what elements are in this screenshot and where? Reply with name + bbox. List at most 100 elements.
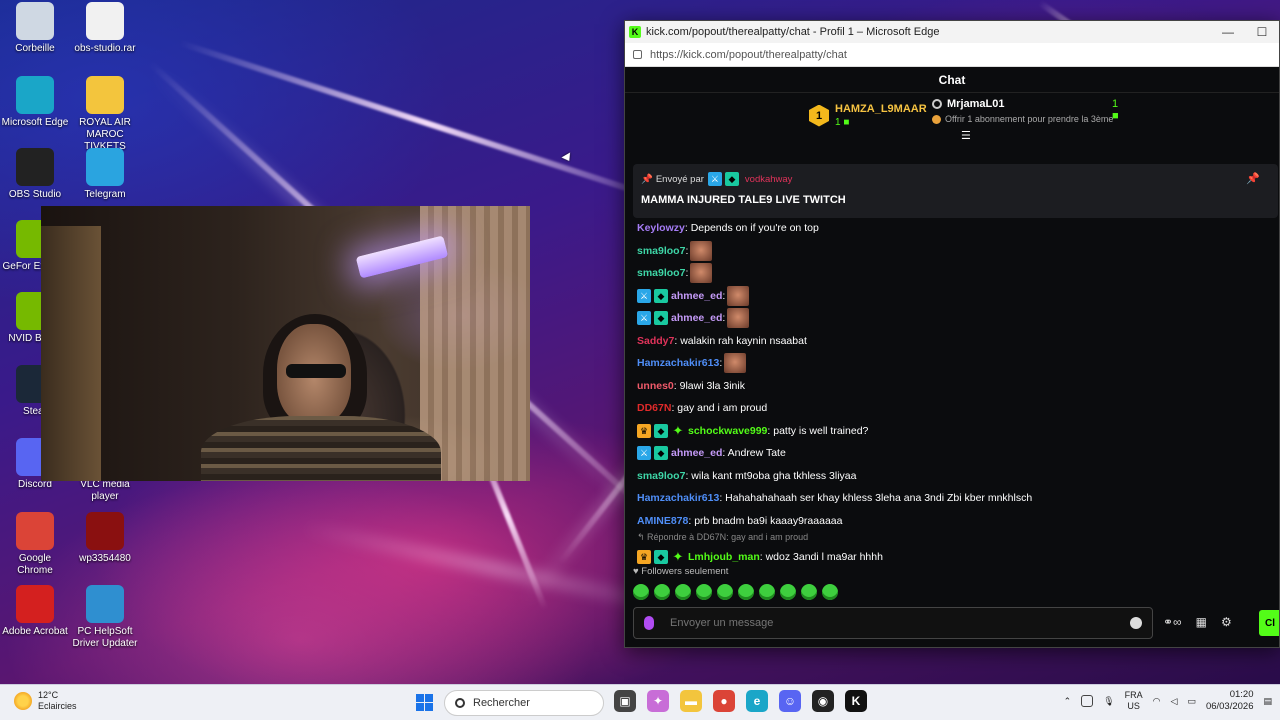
chat-message[interactable]: Hamzachakir613: Hahahahahaah ser khay kh… [637,487,1267,510]
chat-message[interactable]: Saddy7: walakin rah kaynin nsaabat [637,330,1267,353]
wifi-icon[interactable]: ◠ [1153,696,1161,707]
emote-button[interactable] [822,584,838,600]
emote-button[interactable] [675,584,691,600]
notification-icon[interactable]: ▤ [1263,696,1272,707]
desktop-icon[interactable]: Microsoft Edge [0,76,70,129]
copilot-icon[interactable]: ✦ [647,690,669,712]
pinned-by-user[interactable]: vodkahway [745,174,793,185]
desktop-icon[interactable]: OBS Studio [0,148,70,201]
pinned-message[interactable]: 📌 Envoyé par ⚔ ◆ vodkahway MAMMA INJURED… [633,164,1278,218]
desktop-icon-label: obs-studio.rar [74,43,136,54]
file-explorer-icon[interactable]: ▬ [680,690,702,712]
send-chat-button[interactable]: Cl [1259,610,1279,636]
emote-button[interactable] [633,584,649,600]
desktop-icon[interactable]: wp3354480 [70,512,140,565]
volume-icon[interactable]: ◁ [1171,696,1178,707]
chat-message[interactable]: AMINE878: prb bnadm ba9i kaaay9raaaaaa [637,510,1267,533]
edge-icon[interactable]: e [746,690,768,712]
chat-username[interactable]: Lmhjoub_man [688,551,760,563]
desktop-icon[interactable]: Google Chrome [0,512,70,577]
settings-icon[interactable]: ⚙ [1221,615,1232,629]
taskbar-search[interactable]: Rechercher [444,690,604,716]
desktop-icon[interactable]: Telegram [70,148,140,201]
edge-window: K kick.com/popout/therealpatty/chat - Pr… [624,20,1280,648]
chat-username[interactable]: AMINE878 [637,515,688,527]
microphone-icon[interactable]: 🎙 [1103,696,1114,707]
chat-message[interactable]: DD67N: gay and i am proud [637,397,1267,420]
clock[interactable]: 01:20 06/03/2026 [1206,689,1254,713]
tray-app-icon[interactable] [1081,695,1094,707]
store-icon[interactable]: ▦ [1196,615,1207,629]
language-indicator[interactable]: FRA US [1125,690,1143,712]
chat-username[interactable]: sma9loo7 [637,245,685,257]
chat-message[interactable]: ♛ ◆ ✦ schockwave999: patty is well trained? [637,420,1267,443]
window-titlebar[interactable]: K kick.com/popout/therealpatty/chat - Pr… [625,21,1279,43]
subscriber-crown-icon: ♛ [637,550,651,565]
weather-widget[interactable]: 12°C Eclaircies [14,690,77,712]
emote-button[interactable] [780,584,796,600]
chat-message[interactable]: sma9loo7: [637,262,1267,285]
chat-input-box[interactable] [633,607,1153,639]
emote-button[interactable] [738,584,754,600]
taskview-icon[interactable]: ▣ [614,690,636,712]
chat-username[interactable]: ahmee_ed [671,447,722,459]
chat-username[interactable]: DD67N [637,402,671,414]
driver-updater-icon [86,585,124,623]
users-icon[interactable]: ⚭∞ [1163,615,1182,629]
emoji-picker-icon[interactable] [1130,617,1142,629]
chat-message[interactable]: Keylowzy: Depends on if you're on top [637,217,1267,240]
kick-icon[interactable]: K [845,690,867,712]
chevron-up-icon[interactable]: ⌃ [1064,696,1072,707]
chrome-icon[interactable]: ● [713,690,735,712]
unpin-icon[interactable]: 📌 [1246,172,1260,185]
emote-button[interactable] [717,584,733,600]
vip-badge-icon: ◆ [654,423,668,438]
chat-username[interactable]: sma9loo7 [637,470,685,482]
webcam-person-sweater [201,416,441,481]
obs-icon[interactable]: ◉ [812,690,834,712]
desktop-icon[interactable]: Adobe Acrobat [0,585,70,638]
desktop-icon[interactable]: ROYAL AIR MAROC TIVKETS [70,76,140,153]
windows-start-icon[interactable] [416,694,433,711]
chat-username[interactable]: Saddy7 [637,335,674,347]
emote-button[interactable] [696,584,712,600]
chat-username[interactable]: ahmee_ed [671,290,722,302]
chat-message[interactable]: ⚔ ◆ ahmee_ed: [637,285,1267,308]
chat-message-input[interactable] [670,617,1130,629]
collapse-filter-icon[interactable]: ☰ [961,129,971,142]
leaderboard-second[interactable]: MrjamaL01 Offrir 1 abonnement pour prend… [932,98,1119,125]
chat-username[interactable]: schockwave999 [688,425,767,437]
desktop-icon[interactable]: Corbeille [0,2,70,55]
pin-icon: 📌 [641,173,653,185]
leaderboard-first[interactable]: 1 HAMZA_L9MAAR 1 ■ [809,103,927,128]
chat-message[interactable]: sma9loo7: wila kant mt9oba gha tkhless 3… [637,465,1267,488]
chat-message[interactable]: unnes0: 9lawi 3la 3inik [637,375,1267,398]
chat-username[interactable]: sma9loo7 [637,267,685,279]
emote-button[interactable] [654,584,670,600]
chat-emote [724,353,747,374]
microphone-icon[interactable] [644,616,654,630]
vip-badge-icon: ◆ [654,550,668,565]
address-bar[interactable]: https://kick.com/popout/therealpatty/cha… [625,43,1279,67]
emote-button[interactable] [759,584,775,600]
url-text[interactable]: https://kick.com/popout/therealpatty/cha… [650,49,847,61]
chat-message[interactable]: ⚔ ◆ ahmee_ed: [637,307,1267,330]
chat-username[interactable]: unnes0 [637,380,674,392]
maximize-button[interactable]: ☐ [1245,25,1279,39]
reply-context: ↰ Répondre à DD67N: gay and i am proud [637,532,1267,546]
chat-username[interactable]: Hamzachakir613 [637,357,719,369]
battery-icon[interactable]: ▭ [1187,696,1196,707]
chat-username[interactable]: Hamzachakir613 [637,492,719,504]
chat-username[interactable]: ahmee_ed [671,312,722,324]
chat-message[interactable]: ♛ ◆ ✦ Lmhjoub_man: wdoz 3andi l ma9ar hhhh [637,546,1267,569]
emote-button[interactable] [801,584,817,600]
desktop-icon-label: PC HelpSoft Driver Updater [72,626,138,649]
chat-message[interactable]: ⚔ ◆ ahmee_ed: Andrew Tate [637,442,1267,465]
minimize-button[interactable]: — [1211,25,1245,39]
desktop-icon[interactable]: obs-studio.rar [70,2,140,55]
chat-message[interactable]: Hamzachakir613: [637,352,1267,375]
discord-icon[interactable]: ☺ [779,690,801,712]
chat-username[interactable]: Keylowzy [637,222,685,234]
chat-message[interactable]: sma9loo7: [637,240,1267,263]
desktop-icon[interactable]: PC HelpSoft Driver Updater [70,585,140,650]
